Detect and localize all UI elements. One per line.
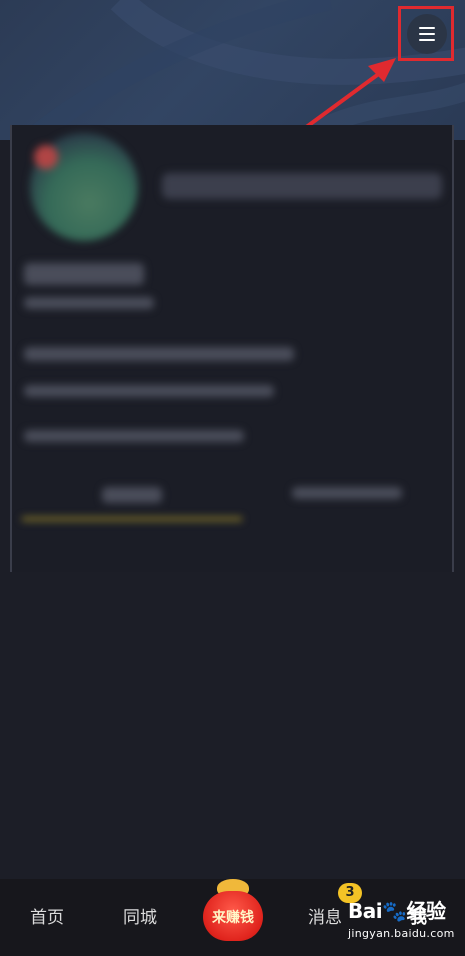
blurred-content [12, 125, 452, 572]
baidu-jingyan-watermark: Bai🐾经验 jingyan.baidu.com [348, 895, 458, 945]
watermark-brand: Bai🐾经验 [348, 899, 446, 923]
profile-card-blurred [10, 125, 454, 572]
nav-local[interactable]: 同城 [123, 903, 157, 928]
tab-underline [22, 517, 242, 521]
nav-messages[interactable]: 消息 [308, 903, 342, 928]
blurred-id [24, 297, 154, 309]
avatar-badge [34, 145, 58, 169]
blurred-tag [24, 385, 274, 397]
earn-money-button[interactable]: 来赚钱 [203, 879, 263, 943]
blurred-tab-works [102, 487, 162, 503]
blurred-info [24, 430, 244, 442]
blurred-bio [24, 347, 294, 361]
watermark-site: jingyan.baidu.com [348, 927, 455, 940]
blurred-nickname [24, 263, 144, 285]
paw-icon: 🐾 [382, 899, 407, 923]
earn-money-label: 来赚钱 [212, 910, 254, 926]
blurred-tab-likes [292, 487, 402, 499]
stats-bar [162, 173, 442, 199]
nav-home[interactable]: 首页 [30, 903, 64, 928]
